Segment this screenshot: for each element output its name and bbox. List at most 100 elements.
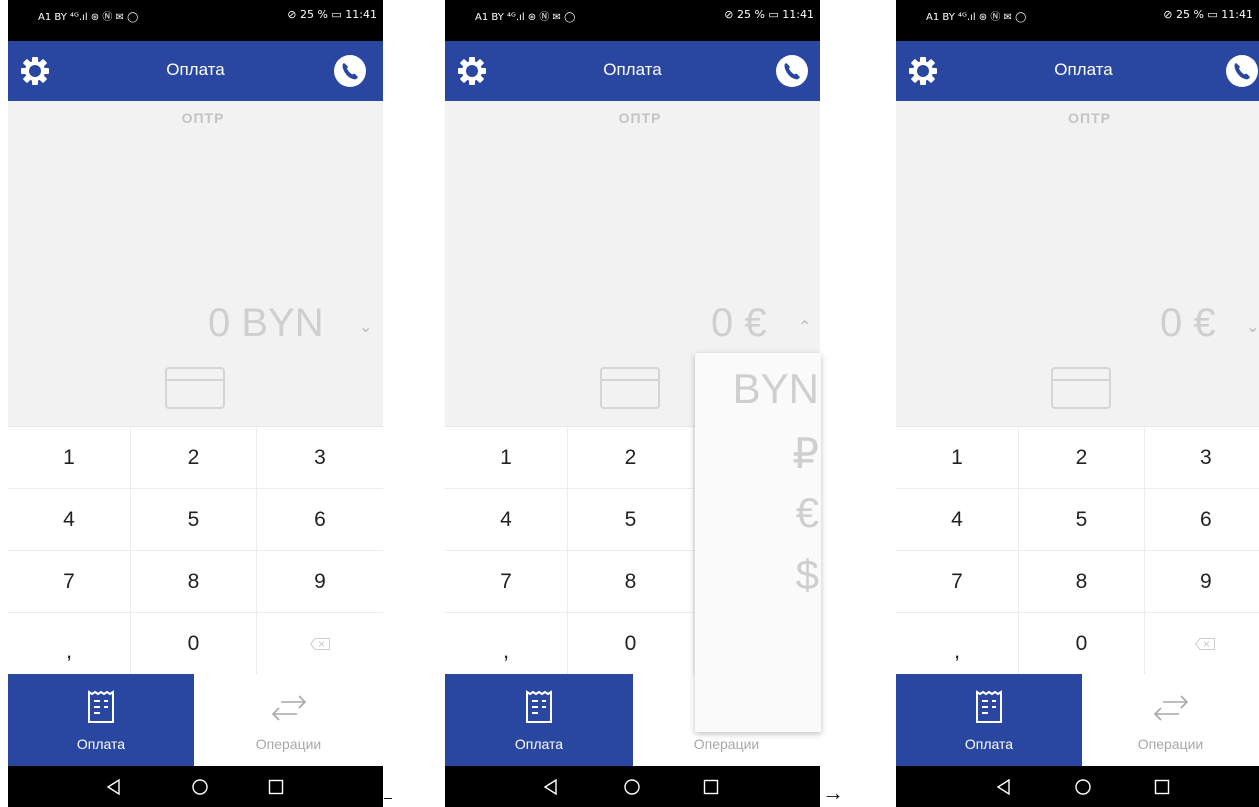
key-1[interactable]: 1 — [445, 427, 568, 489]
merchant-name: ОПТР — [181, 110, 225, 126]
key-6[interactable]: 6 — [1145, 489, 1259, 551]
key-8[interactable]: 8 — [568, 551, 694, 613]
key-5[interactable]: 5 — [1019, 489, 1145, 551]
bottom-tab-bar: Оплата Операции — [896, 674, 1259, 766]
currency-dropdown-menu: BYN ₽ € $ — [695, 353, 821, 732]
tab-operations-label: Операции — [693, 736, 760, 752]
key-4[interactable]: 4 — [896, 489, 1019, 551]
key-4[interactable]: 4 — [8, 489, 131, 551]
currency-chevron-down-icon[interactable]: ⌄ — [359, 317, 372, 337]
key-1[interactable]: 1 — [896, 427, 1019, 489]
status-left: A1 BY ⁴ᴳ.ıl ⊛ Ⓝ ✉ ◯ — [475, 12, 576, 23]
key-comma[interactable]: , — [896, 613, 1019, 675]
tab-payment[interactable]: Оплата — [445, 674, 633, 766]
tab-payment[interactable]: Оплата — [896, 674, 1082, 766]
separator-dash — [384, 798, 392, 799]
swap-arrows-icon — [1153, 695, 1188, 721]
nav-home-icon[interactable] — [1073, 777, 1093, 797]
app-bar: Оплата — [445, 41, 820, 101]
tab-operations[interactable]: Операции — [1082, 674, 1259, 766]
key-backspace[interactable] — [257, 613, 383, 675]
nav-back-icon[interactable] — [994, 777, 1014, 797]
key-3[interactable]: 3 — [1145, 427, 1259, 489]
amount-display: ОПТР 0 € ⌄ — [896, 101, 1259, 426]
key-2[interactable]: 2 — [568, 427, 694, 489]
merchant-name: ОПТР — [618, 110, 662, 126]
phone-call-icon[interactable] — [334, 55, 366, 87]
key-0[interactable]: 0 — [568, 613, 694, 675]
key-9[interactable]: 9 — [1145, 551, 1259, 613]
key-9[interactable]: 9 — [257, 551, 383, 613]
status-right: ⊘ 25 % ▭ 11:41 — [1163, 8, 1253, 21]
nav-recents-icon[interactable] — [701, 777, 721, 797]
amount-value: 0 € — [711, 301, 767, 345]
key-7[interactable]: 7 — [445, 551, 568, 613]
key-1[interactable]: 1 — [8, 427, 131, 489]
phone-screen-1: A1 BY ⁴ᴳ.ıl ⊛ Ⓝ ✉ ◯ ⊘ 25 % ▭ 11:41 Оплат… — [8, 0, 383, 807]
numeric-keypad: 1 2 3 4 5 6 7 8 9 , 0 — [896, 426, 1259, 675]
bottom-tab-bar: Оплата Операции — [8, 674, 383, 766]
nav-recents-icon[interactable] — [266, 777, 286, 797]
currency-option-eur[interactable]: € — [796, 489, 819, 537]
status-bar: A1 BY ⁴ᴳ.ıl ⊛ Ⓝ ✉ ◯ ⊘ 25 % ▭ 11:41 — [896, 0, 1259, 41]
status-left: A1 BY ⁴ᴳ.ıl ⊛ Ⓝ ✉ ◯ — [926, 12, 1027, 23]
backspace-icon — [310, 637, 330, 650]
amount-value: 0 BYN — [208, 301, 324, 345]
phone-call-icon[interactable] — [776, 55, 808, 87]
tab-operations-label: Операции — [255, 736, 322, 752]
key-5[interactable]: 5 — [568, 489, 694, 551]
app-bar: Оплата — [896, 41, 1259, 101]
key-4[interactable]: 4 — [445, 489, 568, 551]
tab-operations[interactable]: Операции — [194, 674, 383, 766]
receipt-icon — [88, 690, 114, 723]
transition-arrow: → — [822, 780, 844, 805]
status-bar: A1 BY ⁴ᴳ.ıl ⊛ Ⓝ ✉ ◯ ⊘ 25 % ▭ 11:41 — [8, 0, 383, 41]
tab-payment[interactable]: Оплата — [8, 674, 194, 766]
key-7[interactable]: 7 — [896, 551, 1019, 613]
swap-arrows-icon — [271, 695, 306, 721]
key-5[interactable]: 5 — [131, 489, 257, 551]
nav-back-icon[interactable] — [104, 777, 124, 797]
currency-option-rub[interactable]: ₽ — [792, 429, 819, 478]
key-comma[interactable]: , — [8, 613, 131, 675]
key-backspace[interactable] — [1145, 613, 1259, 675]
nav-back-icon[interactable] — [541, 777, 561, 797]
app-bar: Оплата — [8, 41, 383, 101]
key-comma[interactable]: , — [445, 613, 568, 675]
status-right: ⊘ 25 % ▭ 11:41 — [724, 8, 814, 21]
nav-home-icon[interactable] — [622, 777, 642, 797]
key-3[interactable]: 3 — [257, 427, 383, 489]
currency-chevron-down-icon[interactable]: ⌄ — [1246, 317, 1259, 337]
key-7[interactable]: 7 — [8, 551, 131, 613]
currency-option-usd[interactable]: $ — [796, 551, 819, 599]
key-0[interactable]: 0 — [1019, 613, 1145, 675]
numeric-keypad: 1 2 3 4 5 6 7 8 9 , 0 — [8, 426, 383, 675]
nav-home-icon[interactable] — [190, 777, 210, 797]
phone-call-icon[interactable] — [1226, 55, 1258, 87]
phone-screen-3: A1 BY ⁴ᴳ.ıl ⊛ Ⓝ ✉ ◯ ⊘ 25 % ▭ 11:41 Оплат… — [896, 0, 1259, 807]
nav-recents-icon[interactable] — [1152, 777, 1172, 797]
currency-option-byn[interactable]: BYN — [733, 365, 819, 413]
tab-operations-label: Операции — [1137, 736, 1204, 752]
amount-display: ОПТР 0 BYN ⌄ — [8, 101, 383, 426]
key-2[interactable]: 2 — [1019, 427, 1145, 489]
key-2[interactable]: 2 — [131, 427, 257, 489]
currency-chevron-up-icon[interactable]: ⌃ — [798, 317, 811, 337]
page-title: Оплата — [1054, 60, 1113, 79]
key-8[interactable]: 8 — [1019, 551, 1145, 613]
backspace-icon — [1195, 637, 1215, 650]
card-icon[interactable] — [165, 367, 225, 409]
key-8[interactable]: 8 — [131, 551, 257, 613]
status-left: A1 BY ⁴ᴳ.ıl ⊛ Ⓝ ✉ ◯ — [38, 12, 139, 23]
system-nav-bar — [8, 766, 383, 807]
receipt-icon — [526, 690, 552, 723]
page-title: Оплата — [166, 60, 225, 79]
status-right: ⊘ 25 % ▭ 11:41 — [287, 8, 377, 21]
system-nav-bar — [445, 766, 820, 807]
key-0[interactable]: 0 — [131, 613, 257, 675]
key-6[interactable]: 6 — [257, 489, 383, 551]
card-icon[interactable] — [600, 367, 660, 409]
card-icon[interactable] — [1051, 367, 1111, 409]
tab-payment-label: Оплата — [964, 736, 1014, 752]
page-title: Оплата — [603, 60, 662, 79]
